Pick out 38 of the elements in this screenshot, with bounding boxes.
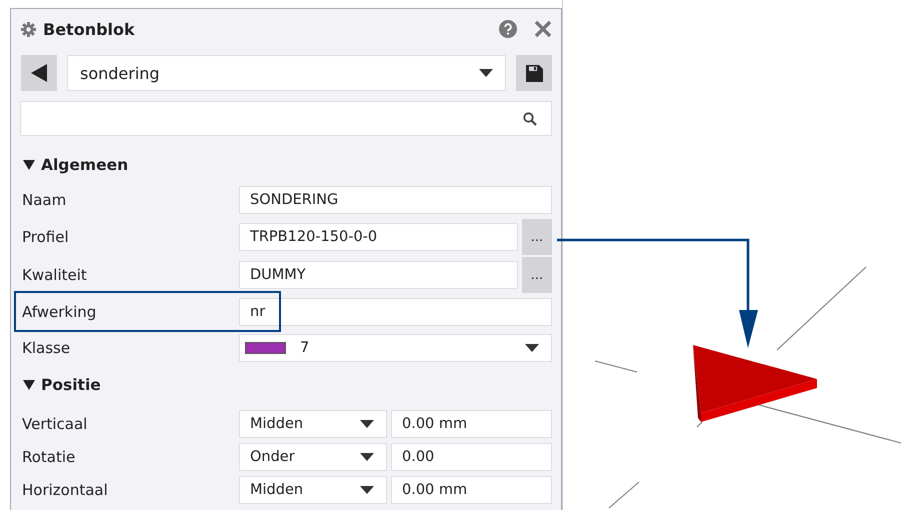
help-icon[interactable] bbox=[499, 20, 517, 38]
text-field[interactable]: DUMMY bbox=[239, 261, 518, 289]
dropdown-caret-icon bbox=[360, 486, 374, 494]
left-triangle-icon bbox=[30, 64, 48, 82]
dropdown[interactable]: Midden bbox=[239, 476, 387, 504]
gear-icon bbox=[21, 22, 36, 36]
field-label: Rotatie bbox=[21, 448, 76, 466]
field-label: Afwerking bbox=[21, 303, 98, 321]
dropdown-caret-icon bbox=[360, 452, 374, 460]
field-label: Naam bbox=[21, 191, 68, 209]
field-label: Verticaal bbox=[21, 414, 88, 432]
field-label: Klasse bbox=[21, 339, 72, 357]
browse-button[interactable]: ... bbox=[522, 257, 552, 293]
close-icon[interactable] bbox=[534, 20, 552, 38]
search-field[interactable] bbox=[20, 101, 552, 136]
browse-button[interactable]: ... bbox=[522, 219, 552, 255]
dropdown-caret-icon bbox=[360, 420, 374, 428]
text-field[interactable]: SONDERING bbox=[239, 186, 552, 214]
color-dropdown[interactable]: 7 bbox=[239, 334, 552, 362]
field-label: Horizontaal bbox=[21, 480, 109, 498]
save-button[interactable] bbox=[516, 55, 552, 91]
text-field[interactable]: 0.00 mm bbox=[391, 410, 552, 438]
dropdown-caret-icon bbox=[479, 69, 493, 77]
search-icon bbox=[523, 112, 537, 126]
dropdown[interactable]: Midden bbox=[239, 410, 387, 438]
preset-dropdown[interactable]: sondering bbox=[67, 55, 506, 91]
section-header[interactable]: Positie bbox=[20, 368, 552, 402]
dropdown-caret-icon bbox=[525, 344, 539, 352]
dropdown[interactable]: Onder bbox=[239, 442, 387, 470]
field-label: Kwaliteit bbox=[21, 266, 88, 284]
text-field[interactable]: 0.00 bbox=[391, 442, 552, 470]
text-field[interactable]: nr bbox=[239, 298, 552, 326]
back-button[interactable] bbox=[21, 55, 57, 91]
section-header[interactable]: Algemeen bbox=[20, 148, 552, 182]
field-label: Profiel bbox=[21, 228, 70, 246]
panel-title: Betonblok bbox=[43, 20, 135, 38]
text-field[interactable]: 0.00 mm bbox=[391, 476, 552, 504]
text-field[interactable]: TRPB120-150-0-0 bbox=[239, 223, 518, 251]
